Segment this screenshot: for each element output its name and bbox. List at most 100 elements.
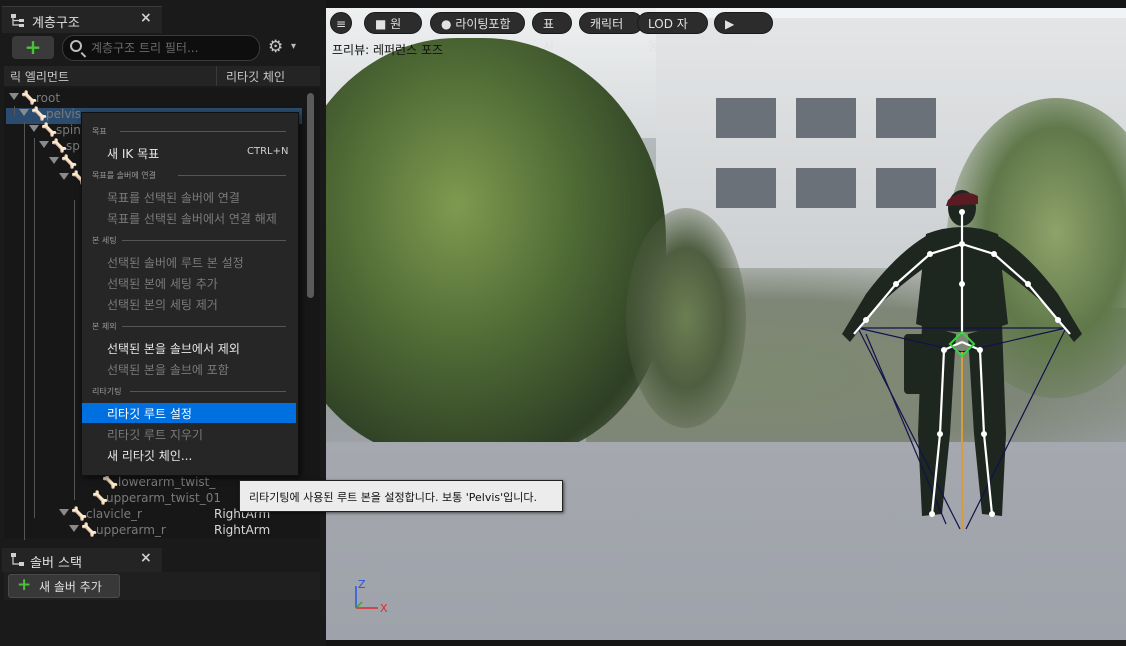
expand-arrow-icon[interactable] xyxy=(39,141,49,148)
tooltip: 리타기팅에 사용된 루트 본을 설정합니다. 보통 'Pelvis'입니다. xyxy=(239,480,563,512)
menu-item-new-ik-goal[interactable]: 새 IK 목표 CTRL+N xyxy=(107,145,288,162)
expand-arrow-icon[interactable] xyxy=(69,525,79,532)
bone-icon: 🦴 xyxy=(41,123,58,138)
background-tree xyxy=(626,208,746,428)
play-icon: ▶ xyxy=(725,17,735,31)
bone-icon: 🦴 xyxy=(71,507,88,522)
character-left-arm xyxy=(842,236,930,342)
tree-row[interactable]: 🦴 upperarm_r RightArm xyxy=(0,523,300,539)
close-icon[interactable]: × xyxy=(140,550,152,566)
character-beret xyxy=(946,192,978,206)
menu-item-add-bone-settings[interactable]: 선택된 본에 세팅 추가 xyxy=(107,275,218,292)
expand-arrow-icon[interactable] xyxy=(29,125,39,132)
tree-row-name: upperarm_twist_01 xyxy=(106,491,222,505)
menu-section-divider xyxy=(120,131,286,132)
add-solver-button[interactable]: + 새 솔버 추가 xyxy=(8,574,120,598)
tree-row[interactable]: 🦴 root xyxy=(0,91,300,107)
menu-item-exclude-bone[interactable]: 선택된 본을 솔브에서 제외 xyxy=(107,340,240,357)
menu-item-clear-retarget-root[interactable]: 리타깃 루트 지우기 xyxy=(107,426,203,443)
tree-row-name: pelvis xyxy=(46,107,82,121)
menu-item-label: 새 IK 목표 xyxy=(107,147,160,161)
bone-icon: 🦴 xyxy=(102,475,119,490)
bone-icon: 🦴 xyxy=(21,91,38,106)
column-rig-element[interactable]: 릭 엘리먼트 xyxy=(10,68,69,85)
menu-section-divider xyxy=(122,240,286,241)
axis-x-label: X xyxy=(380,602,388,615)
menu-item-remove-bone-settings[interactable]: 선택된 본의 세팅 제거 xyxy=(107,296,218,313)
tree-guide xyxy=(34,138,35,518)
menu-item-set-retarget-root[interactable]: 리타깃 루트 설정 xyxy=(107,405,192,422)
tab-hierarchy[interactable]: 계층구조 × xyxy=(2,6,162,33)
close-icon[interactable]: × xyxy=(140,10,152,26)
tree-row-name: root xyxy=(36,91,61,105)
preview-mode-label: 프리뷰: 레퍼런스 포즈 xyxy=(332,43,444,57)
cube-icon: ■ xyxy=(375,17,387,31)
tree-guide xyxy=(74,200,75,500)
menu-item-include-bone[interactable]: 선택된 본을 솔브에 포함 xyxy=(107,361,229,378)
expand-arrow-icon[interactable] xyxy=(9,93,19,100)
chevron-down-icon[interactable]: ▾ xyxy=(291,41,296,52)
menu-item-shortcut: CTRL+N xyxy=(247,146,289,157)
menu-section-header: 목표를 솔버에 연결 xyxy=(92,171,156,180)
search-input[interactable] xyxy=(89,38,253,58)
menu-item-set-root-bone[interactable]: 선택된 솔버에 루트 본 설정 xyxy=(107,254,244,271)
menu-section-header: 리타기팅 xyxy=(92,387,122,396)
playback-speed-button[interactable]: ▶ x1.0 xyxy=(714,12,773,53)
viewport-menu-button[interactable]: ≡ xyxy=(330,12,352,34)
menu-section-divider xyxy=(130,391,286,392)
playback-speed-label: x1.0 xyxy=(725,39,752,53)
lod-button[interactable]: LOD 자동 xyxy=(637,12,708,53)
viewport[interactable]: ≡ ■ 원근 ● 라이팅포함 표시 캐릭터 LOD 자동 ▶ x1.0 프리뷰:… xyxy=(326,8,1126,640)
menu-section-header: 본 제외 xyxy=(92,322,117,331)
show-button[interactable]: 표시 xyxy=(532,12,572,53)
perspective-button[interactable]: ■ 원근 xyxy=(364,12,422,53)
bone-icon: 🦴 xyxy=(51,139,68,154)
expand-arrow-icon[interactable] xyxy=(19,109,29,116)
bone-icon: 🦴 xyxy=(61,155,78,170)
menu-section-divider xyxy=(178,175,286,176)
tree-column-header: 릭 엘리먼트 리타깃 체인 xyxy=(4,66,320,86)
menu-item-connect-goal[interactable]: 목표를 선택된 솔버에 연결 xyxy=(107,189,240,206)
hierarchy-icon xyxy=(11,14,24,27)
tree-scrollbar[interactable] xyxy=(307,93,314,298)
character-button[interactable]: 캐릭터 xyxy=(579,12,643,34)
tab-solver-stack[interactable]: 솔버 스택 × xyxy=(2,548,162,572)
character-mannequin[interactable] xyxy=(826,184,1106,544)
menu-section-header: 본 세팅 xyxy=(92,236,117,245)
expand-arrow-icon[interactable] xyxy=(59,173,69,180)
background-tree xyxy=(326,38,666,458)
hierarchy-search[interactable] xyxy=(62,35,260,61)
plus-icon: + xyxy=(17,575,32,595)
menu-section-header: 목표 xyxy=(92,127,107,136)
building-window xyxy=(796,98,856,138)
character-right-arm xyxy=(994,236,1082,342)
add-element-button[interactable]: + xyxy=(12,36,54,59)
axis-z-label: Z xyxy=(358,578,366,591)
lit-sphere-icon: ● xyxy=(441,17,452,31)
tab-solver-stack-label: 솔버 스택 xyxy=(30,556,82,571)
tab-hierarchy-label: 계층구조 xyxy=(32,16,80,31)
tooltip-text: 리타기팅에 사용된 루트 본을 설정합니다. 보통 'Pelvis'입니다. xyxy=(249,491,538,504)
expand-arrow-icon[interactable] xyxy=(49,157,59,164)
menu-item-new-retarget-chain[interactable]: 새 리타깃 체인... xyxy=(107,447,192,464)
solver-stack-icon xyxy=(11,553,24,566)
tree-row-name: upperarm_r xyxy=(96,523,166,537)
column-retarget-chain[interactable]: 리타깃 체인 xyxy=(226,68,285,85)
tree-row-chain: RightArm xyxy=(214,523,271,537)
building-window xyxy=(716,168,776,208)
gear-icon[interactable]: ⚙ xyxy=(268,37,283,57)
add-solver-label: 새 솔버 추가 xyxy=(39,580,102,594)
menu-section-divider xyxy=(122,326,286,327)
search-icon xyxy=(70,40,82,52)
lit-mode-label: 라이팅포함 xyxy=(455,17,511,31)
menu-item-disconnect-goal[interactable]: 목표를 선택된 솔버에서 연결 해제 xyxy=(107,210,277,227)
lit-mode-button[interactable]: ● 라이팅포함 xyxy=(430,12,525,34)
expand-arrow-icon[interactable] xyxy=(59,509,69,516)
tree-row-name: lowerarm_twist_ xyxy=(118,475,216,489)
building-window xyxy=(716,98,776,138)
context-menu: 목표 새 IK 목표 CTRL+N 목표를 솔버에 연결 목표를 선택된 솔버에… xyxy=(81,112,299,476)
axis-gizmo: Z X xyxy=(355,578,388,615)
building-window xyxy=(876,98,936,138)
column-divider[interactable] xyxy=(216,66,217,86)
bone-icon: 🦴 xyxy=(31,107,48,122)
